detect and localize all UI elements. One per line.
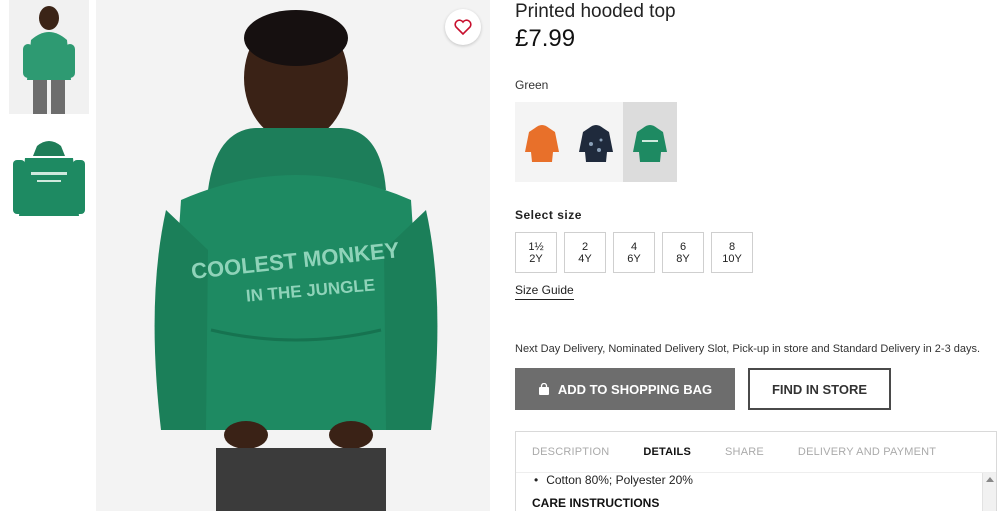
size-options: 1½ 2Y 2 4Y 4 6Y 6 8Y 8 10Y xyxy=(515,232,753,273)
color-swatches xyxy=(515,102,677,182)
thumbnail-model-image xyxy=(9,0,89,114)
product-photo: COOLEST MONKEY IN THE JUNGLE xyxy=(96,0,490,511)
thumbnail-product[interactable] xyxy=(9,126,89,226)
composition-item: Cotton 80%; Polyester 20% xyxy=(534,473,693,487)
size-years: 6Y xyxy=(627,252,641,265)
add-to-bag-button[interactable]: ADD TO SHOPPING BAG xyxy=(515,368,735,410)
details-scrollbar[interactable] xyxy=(982,473,996,511)
size-years: 2Y xyxy=(529,252,543,265)
product-info-panel: Printed hooded top £7.99 Green Select si… xyxy=(515,0,1000,511)
size-age: 1½ xyxy=(528,240,544,253)
heart-icon xyxy=(454,19,472,35)
size-option[interactable]: 2 4Y xyxy=(564,232,606,273)
thumbnail-model[interactable] xyxy=(9,0,89,114)
size-age: 8 xyxy=(728,240,736,253)
add-to-bag-label: ADD TO SHOPPING BAG xyxy=(557,381,713,397)
size-years: 4Y xyxy=(578,252,592,265)
find-in-store-button[interactable]: FIND IN STORE xyxy=(748,368,891,410)
details-content: Cotton 80%; Polyester 20% CARE INSTRUCTI… xyxy=(516,472,996,511)
size-option[interactable]: 1½ 2Y xyxy=(515,232,557,273)
size-option[interactable]: 4 6Y xyxy=(613,232,655,273)
care-instructions-heading: CARE INSTRUCTIONS xyxy=(532,496,660,510)
find-in-store-label: FIND IN STORE xyxy=(771,381,868,397)
size-age: 4 xyxy=(630,240,638,253)
product-main-image: COOLEST MONKEY IN THE JUNGLE xyxy=(96,0,490,511)
size-age: 6 xyxy=(679,240,687,253)
bag-icon xyxy=(538,383,549,395)
tab-description[interactable]: DESCRIPTION xyxy=(532,446,609,458)
size-age: 2 xyxy=(581,240,589,253)
favourite-button[interactable] xyxy=(445,9,481,45)
navy-hoodie-icon xyxy=(579,125,613,162)
swatch-green[interactable] xyxy=(623,102,677,182)
swatch-navy[interactable] xyxy=(569,102,623,182)
product-price: £7.99 xyxy=(515,25,576,52)
size-guide-link[interactable]: Size Guide xyxy=(515,283,574,300)
swatch-orange[interactable] xyxy=(515,102,569,182)
tab-delivery-and-payment[interactable]: DELIVERY AND PAYMENT xyxy=(798,446,936,458)
selected-color-name: Green xyxy=(515,78,549,92)
orange-hoodie-icon xyxy=(525,125,559,162)
product-title: Printed hooded top xyxy=(515,1,676,22)
tab-bar: DESCRIPTION DETAILS SHARE DELIVERY AND P… xyxy=(516,432,996,472)
scroll-up-arrow-icon[interactable] xyxy=(986,477,994,482)
size-option[interactable]: 8 10Y xyxy=(711,232,753,273)
size-years: 8Y xyxy=(676,252,690,265)
size-label: Select size xyxy=(515,208,582,222)
size-years: 10Y xyxy=(722,252,742,265)
size-option[interactable]: 6 8Y xyxy=(662,232,704,273)
tab-details[interactable]: DETAILS xyxy=(643,446,691,458)
thumbnail-strip xyxy=(0,0,96,511)
tab-share[interactable]: SHARE xyxy=(725,446,764,458)
product-tabs-panel: DESCRIPTION DETAILS SHARE DELIVERY AND P… xyxy=(515,431,997,511)
green-hoodie-icon xyxy=(633,125,667,162)
delivery-info: Next Day Delivery, Nominated Delivery Sl… xyxy=(515,343,981,355)
thumbnail-product-image xyxy=(9,126,89,226)
